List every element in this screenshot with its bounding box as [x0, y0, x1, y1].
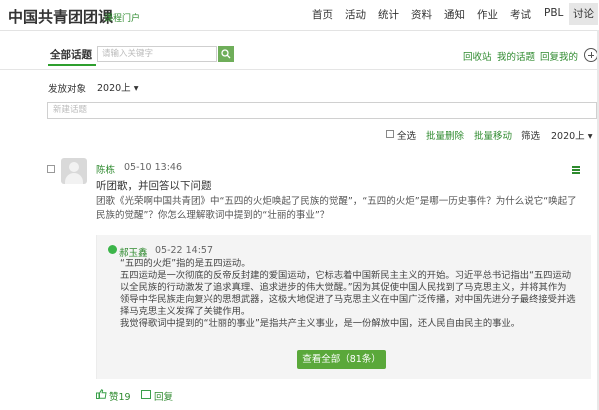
post-title: 听团歌，并回答以下问题: [96, 180, 212, 192]
view-all-button[interactable]: 查看全部（81条）: [297, 350, 386, 369]
search-icon: [221, 49, 231, 59]
like-count[interactable]: 赞19: [109, 389, 131, 403]
reply-line: 择马克思主义发挥了关键作用。: [120, 306, 251, 317]
post-body: 团歌《光荣啊中国共青团》中“五四的火炬唤起了民族的觉醒”，“五四的火炬”是哪一历…: [96, 196, 577, 221]
recycle-bin-link[interactable]: 回收站: [463, 49, 492, 63]
reply-line: 领导中华民族走向复兴的思想武器，这极大地促进了马克思主义在中国广泛传播，对中国先…: [120, 294, 576, 305]
post-checkbox[interactable]: [47, 165, 55, 173]
divider: [0, 69, 599, 70]
post-author[interactable]: 陈栋: [96, 162, 115, 176]
reply-line: 五四运动是一次彻底的反帝反封建的爱国运动，它标志着中国新民主主义的开始。习近平总…: [120, 270, 572, 281]
nav-activities[interactable]: 活动: [345, 7, 366, 22]
thumbs-up-icon[interactable]: [96, 389, 107, 399]
top-bar: 中国共青团团课 课程门户 首页 活动 统计 资料 通知 作业 考试 PBL 讨论: [0, 0, 599, 31]
nav-home[interactable]: 首页: [312, 7, 333, 22]
nav-discussion[interactable]: 讨论: [569, 3, 598, 25]
reply-line: “五四的火炬”指的是五四运动。: [120, 258, 251, 269]
brand-title: 中国共青团团课: [8, 8, 114, 26]
avatar-head: [69, 162, 79, 172]
reply-line: 以全民族的行动激发了追求真理、追求进步的伟大觉醒。”因为其促使中国人民找到了马克…: [120, 282, 567, 293]
search-input[interactable]: 请输入关键字: [97, 46, 217, 62]
replies-to-me-link[interactable]: 回复我的: [540, 49, 578, 63]
nav-pbl[interactable]: PBL: [544, 7, 563, 19]
brand-subtitle[interactable]: 课程门户: [104, 11, 140, 24]
nav-exams[interactable]: 考试: [510, 7, 531, 22]
filter-select[interactable]: 2020上 ▾: [551, 128, 592, 142]
nav-materials[interactable]: 资料: [411, 7, 432, 22]
tab-underline: [48, 64, 96, 66]
post-time: 05-10 13:46: [124, 162, 183, 173]
reply-time: 05-22 14:57: [155, 245, 214, 256]
add-topic-icon[interactable]: [584, 48, 598, 62]
my-topics-link[interactable]: 我的话题: [497, 49, 535, 63]
tab-all-topics[interactable]: 全部话题: [50, 47, 92, 62]
search-button[interactable]: [218, 46, 234, 62]
avatar: [61, 158, 87, 184]
audience-select[interactable]: 2020上 ▾: [97, 80, 138, 94]
reply-author[interactable]: 郝玉鑫: [119, 245, 148, 259]
batch-delete-button[interactable]: 批量删除: [426, 128, 464, 142]
audience-select-value: 2020上: [97, 83, 131, 94]
select-all-label[interactable]: 全选: [397, 128, 416, 142]
nav-homework[interactable]: 作业: [477, 7, 498, 22]
avatar-body: [65, 173, 83, 184]
new-topic-input[interactable]: 新建话题: [47, 102, 597, 119]
filter-select-value: 2020上: [551, 131, 585, 142]
audience-label: 发放对象: [48, 84, 87, 95]
reply-line: 我觉得歌词中提到的“壮丽的事业”是指共产主义事业，是一份解放中国，还人民自由民主…: [120, 318, 521, 329]
select-all-checkbox[interactable]: [386, 130, 394, 138]
post-menu-icon[interactable]: [572, 166, 580, 175]
batch-move-button[interactable]: 批量移动: [474, 128, 512, 142]
nav-statistics[interactable]: 统计: [378, 7, 399, 22]
filter-label: 筛选: [521, 131, 541, 142]
comment-icon[interactable]: [141, 390, 151, 399]
reply-button[interactable]: 回复: [154, 389, 173, 403]
nav-notices[interactable]: 通知: [444, 7, 465, 22]
reply-user-icon: [108, 245, 117, 254]
